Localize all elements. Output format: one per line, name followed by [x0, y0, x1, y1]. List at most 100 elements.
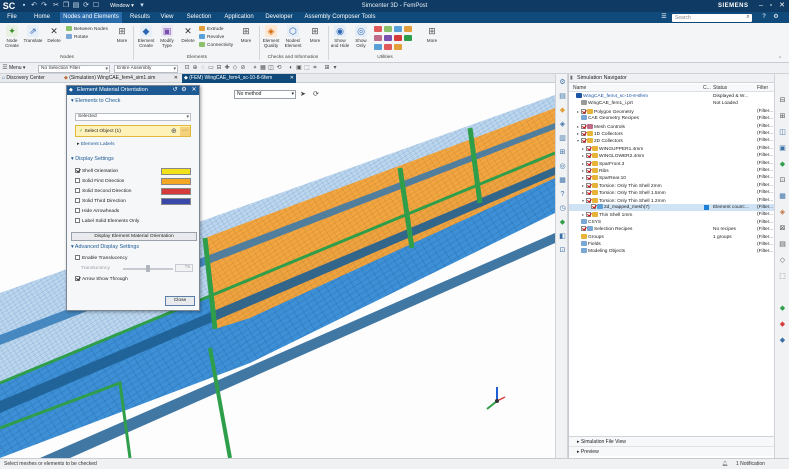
selection-type-dropdown[interactable]: Selected — [75, 113, 191, 121]
show-and-hide-button[interactable]: ◉ Show and Hide — [330, 25, 350, 53]
help-icon[interactable]: ? — [760, 13, 768, 22]
navigator-tree-row[interactable]: ▸ Mesh Controls (Filter... — [569, 123, 775, 130]
toolbar-icon[interactable]: ▭ — [208, 65, 214, 71]
column-name[interactable]: Name — [573, 84, 586, 92]
navigator-tree-row[interactable]: Modeling Objects (Filter... — [569, 248, 775, 255]
tool-icon[interactable] — [394, 26, 402, 32]
menu-assembly-composer-tools[interactable]: Assembly Composer Tools — [304, 12, 376, 23]
visibility-checkbox[interactable] — [586, 197, 591, 203]
web-browser-icon[interactable]: ◎ — [558, 162, 567, 171]
toolbar-icon[interactable]: ◆ — [778, 160, 787, 169]
part-navigator-icon[interactable]: ▤ — [558, 92, 567, 101]
navigator-tree-row[interactable]: Fields (Filter... — [569, 241, 775, 248]
tool-icon[interactable] — [404, 35, 412, 41]
toolbar-icon[interactable]: ◇ — [232, 65, 238, 71]
menu-application[interactable]: Application — [222, 12, 256, 23]
elements-to-check-header[interactable]: ▾ Elements to Check — [71, 98, 120, 105]
settings-icon[interactable]: ⚙ — [772, 13, 780, 22]
visibility-checkbox[interactable] — [581, 131, 586, 136]
toolbar-icon[interactable]: ⊟ — [778, 96, 787, 105]
solid-second-direction-checkbox[interactable]: Solid Second Direction — [75, 188, 131, 195]
toolbar-icon[interactable]: ◐ — [288, 65, 294, 71]
display-element-material-orientation-button[interactable]: Display Element Material Orientation — [71, 232, 197, 241]
toolbar-icon[interactable]: ▾ — [332, 65, 338, 71]
tab-fem-file[interactable]: ◆ (FEM) WingCAE_fem4_sc-10-8-6fem ✕ — [182, 74, 296, 83]
tool-icon[interactable] — [384, 35, 392, 41]
translucency-slider-handle[interactable] — [146, 265, 150, 272]
visibility-checkbox[interactable] — [586, 190, 591, 196]
translate-button[interactable]: ⇗ Translate — [23, 25, 43, 53]
menu-view[interactable]: View — [158, 12, 176, 23]
visibility-checkbox[interactable] — [586, 175, 591, 181]
hide-arrowheads-checkbox[interactable]: Hide Arrowheads — [75, 208, 119, 215]
selection-filter-dropdown[interactable]: No Selection Filter — [38, 64, 110, 73]
help-circle-icon[interactable]: ? — [558, 190, 567, 199]
toolbar-icon[interactable]: ⊠ — [778, 224, 787, 233]
navigator-tree-row[interactable]: ▸ SparFront.3 (Filter... — [569, 160, 775, 167]
menu-dropdown[interactable]: Menu ▾ — [9, 64, 25, 73]
toolbar-icon[interactable]: ◌ — [200, 65, 206, 71]
visibility-checkbox[interactable] — [586, 145, 591, 151]
toolbar-icon[interactable]: ⊞ — [778, 112, 787, 121]
close-button[interactable]: Close — [165, 296, 195, 306]
navigator-tree-row[interactable]: ▸ SparRear.10 (Filter... — [569, 174, 775, 181]
tool-icon[interactable] — [374, 35, 382, 41]
navigator-tree-row[interactable]: ▸ Ribs (Filter... — [569, 167, 775, 174]
toolbar-icon[interactable]: ⊞ — [324, 65, 330, 71]
navigator-tree-row[interactable]: ▾ Torsion: Only Thin Shell 1.2mm (Filter..… — [569, 197, 775, 204]
navigator-tree-row[interactable]: ▾ 2D Collectors (Filter... — [569, 137, 775, 144]
navigator-tree-row[interactable]: ▸ Torsion: Only Thin Shell 1.5mm (Filter..… — [569, 189, 775, 196]
crosshair-icon[interactable]: ⊕ — [171, 127, 179, 136]
connectivity-button[interactable]: Connectivity — [199, 42, 233, 49]
toolbar-icon[interactable]: ⊡ — [184, 65, 190, 71]
modify-type-button[interactable]: ▣ Modify Type — [157, 25, 177, 53]
pin-icon[interactable]: ▮ — [570, 75, 576, 82]
navigator-tree-row[interactable]: ▸ 1D Collectors (Filter... — [569, 130, 775, 137]
element-quality-button[interactable]: ◈ Element Quality — [261, 25, 281, 53]
toolbar-icon[interactable]: ⊟ — [216, 65, 222, 71]
tool-icon[interactable] — [374, 26, 382, 32]
close-tab-icon[interactable]: ✕ — [290, 74, 294, 83]
toolbar-icon[interactable]: ◆ — [778, 304, 787, 313]
toolbar-icon[interactable]: ⌗ — [312, 65, 318, 71]
toolbar-icon[interactable]: ◆ — [778, 336, 787, 345]
extrude-button[interactable]: Extrude — [199, 26, 224, 33]
reuse-library-icon[interactable]: ◈ — [558, 120, 567, 129]
shell-orientation-color-swatch[interactable] — [161, 168, 191, 175]
toolbar-icon[interactable]: ▦ — [260, 65, 266, 71]
navigator-tree-row[interactable]: Groups 1 groups (Filter... — [569, 233, 775, 241]
toolbar-icon[interactable]: ▦ — [778, 192, 787, 201]
delete-elements-button[interactable]: ✕ Delete — [178, 25, 198, 53]
toolbar-icon[interactable]: ⟲ — [276, 65, 282, 71]
tool-icon[interactable] — [384, 44, 392, 50]
label-solid-elements-checkbox[interactable]: Label Solid Elements Only — [75, 218, 139, 225]
solid-first-color-swatch[interactable] — [161, 178, 191, 185]
visibility-checkbox[interactable] — [581, 108, 586, 114]
toolbar-icon[interactable]: ✚ — [224, 65, 230, 71]
tool-icon[interactable] — [394, 35, 402, 41]
menu-results[interactable]: Results — [128, 12, 152, 23]
minimize-icon[interactable]: – — [756, 0, 766, 12]
navigator-tree-row[interactable]: Selection Recipes No recipes (Filter... — [569, 226, 775, 233]
toolbar-icon[interactable]: ⋄ — [252, 65, 258, 71]
toolbar-icon[interactable]: ◫ — [778, 128, 787, 137]
tool-icon[interactable] — [384, 26, 392, 32]
solid-third-color-swatch[interactable] — [161, 198, 191, 205]
menu-home[interactable]: Home — [32, 12, 52, 23]
toolbar-icon[interactable]: ◆ — [778, 320, 787, 329]
roles-icon[interactable]: ⊞ — [558, 148, 567, 157]
history-icon[interactable]: ◆ — [558, 106, 567, 115]
enable-translucency-checkbox[interactable]: Enable Translucency — [75, 255, 127, 262]
menu-developer[interactable]: Developer — [263, 12, 295, 23]
reset-icon[interactable]: ↺ — [171, 86, 179, 95]
more-options-icon[interactable]: ⋯ — [180, 127, 190, 136]
element-labels-section[interactable]: ▸ Element Labels — [77, 141, 115, 148]
column-status[interactable]: Status — [713, 84, 727, 92]
toolbar-icon[interactable]: ◇ — [778, 256, 787, 265]
sim-navigator-icon[interactable]: ▥ — [558, 134, 567, 143]
navigator-icon[interactable]: ⚙ — [558, 78, 567, 87]
tool-icon[interactable] — [374, 44, 382, 50]
menu-file[interactable]: File — [4, 12, 20, 23]
translucency-value-field[interactable]: 75 — [175, 264, 193, 272]
visibility-checkbox[interactable] — [586, 168, 591, 173]
